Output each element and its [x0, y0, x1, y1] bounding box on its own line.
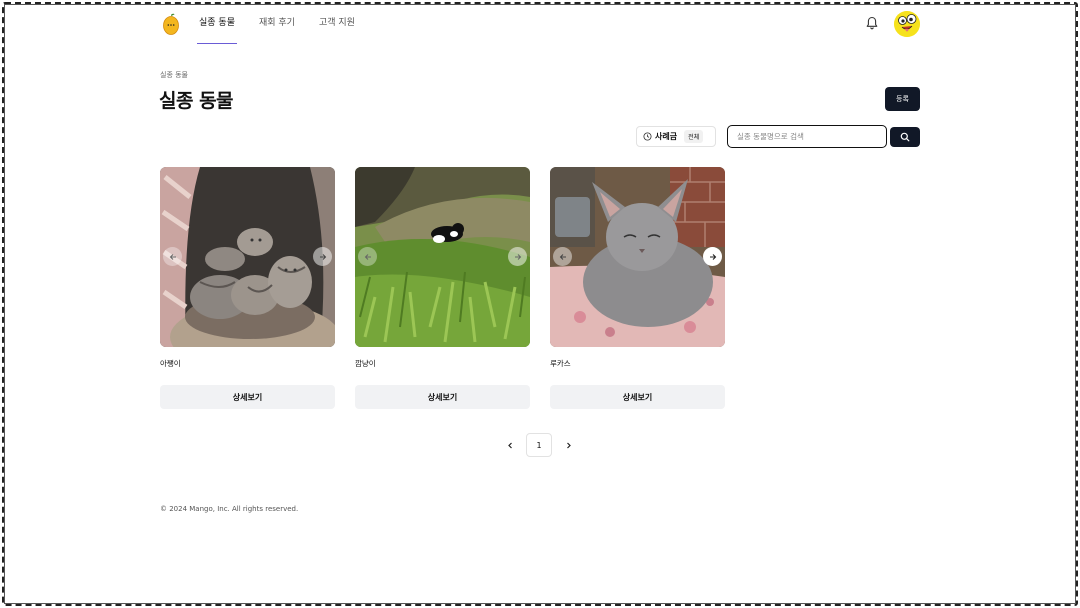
- breadcrumb: 실종 동물: [160, 71, 188, 79]
- nav-item-missing-animals[interactable]: 실종 동물: [197, 0, 237, 46]
- animal-photo-kittens: [160, 167, 335, 347]
- animal-photo-grey-cat: [550, 167, 725, 347]
- reward-filter-badge: 전체: [684, 130, 704, 143]
- kittens-photo: [160, 167, 335, 347]
- view-detail-button[interactable]: 상세보기: [355, 385, 530, 409]
- arrow-left-icon: [559, 253, 566, 260]
- reward-filter-label: 사례금: [655, 132, 678, 141]
- pagination-prev-button[interactable]: [500, 433, 520, 457]
- top-nav: 실종 동물 재회 후기 고객 지원: [0, 0, 1080, 46]
- avatar-face-icon: [894, 11, 920, 37]
- arrow-right-icon: [709, 253, 716, 260]
- animal-name: 루카스: [550, 359, 571, 368]
- grey-cat-photo: [550, 167, 725, 347]
- bell-icon[interactable]: [865, 16, 879, 30]
- arrow-right-icon: [514, 253, 521, 260]
- arrow-right-icon: [319, 253, 326, 260]
- animal-name: 깜냥이: [355, 359, 376, 368]
- carousel-next-button[interactable]: [313, 247, 332, 266]
- footer-copyright: © 2024 Mango, Inc. All rights reserved.: [160, 505, 299, 513]
- carousel-next-button[interactable]: [508, 247, 527, 266]
- chevron-right-icon: [566, 442, 571, 448]
- nav-item-reunion-reviews[interactable]: 재회 후기: [259, 0, 295, 46]
- grass-cat-photo: [355, 167, 530, 347]
- view-detail-button[interactable]: 상세보기: [160, 385, 335, 409]
- carousel-prev-button[interactable]: [163, 247, 182, 266]
- main-nav: 실종 동물 재회 후기 고객 지원: [197, 0, 355, 46]
- reward-filter[interactable]: 사례금 전체: [636, 126, 716, 147]
- chevron-left-icon: [507, 442, 512, 448]
- clock-icon: [643, 132, 652, 141]
- register-button[interactable]: 등록: [885, 87, 920, 111]
- pagination: 1: [500, 433, 578, 457]
- search-input[interactable]: [727, 125, 887, 148]
- animal-name: 아쨍이: [160, 359, 181, 368]
- carousel-prev-button[interactable]: [358, 247, 377, 266]
- carousel-prev-button[interactable]: [553, 247, 572, 266]
- view-detail-button[interactable]: 상세보기: [550, 385, 725, 409]
- pagination-page-1[interactable]: 1: [526, 433, 552, 457]
- arrow-left-icon: [364, 253, 371, 260]
- pagination-next-button[interactable]: [558, 433, 578, 457]
- search-button[interactable]: [890, 127, 920, 147]
- arrow-left-icon: [169, 253, 176, 260]
- animal-card: 아쨍이 상세보기: [160, 167, 335, 409]
- animal-photo-black-white-cat: [355, 167, 530, 347]
- search-icon: [900, 132, 910, 142]
- animal-card: 깜냥이 상세보기: [355, 167, 530, 409]
- avatar[interactable]: [894, 11, 920, 37]
- page-title: 실종 동물: [159, 90, 234, 112]
- animal-card: 루카스 상세보기: [550, 167, 725, 409]
- carousel-next-button[interactable]: [703, 247, 722, 266]
- nav-item-customer-support[interactable]: 고객 지원: [319, 0, 355, 46]
- mango-logo-icon[interactable]: [162, 13, 180, 35]
